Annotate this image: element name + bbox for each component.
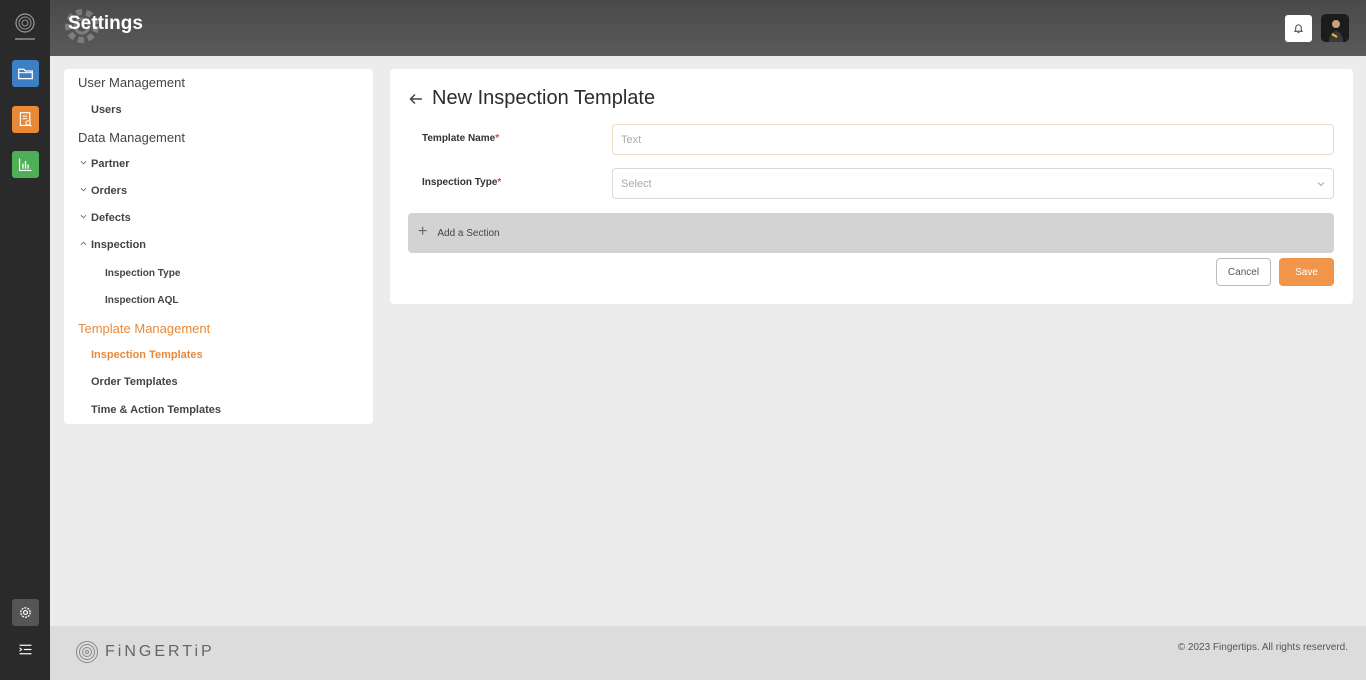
menu-toggle-button[interactable] bbox=[12, 636, 39, 663]
chevron-down-icon bbox=[1317, 182, 1325, 187]
menu-item-order-templates[interactable]: Order Templates bbox=[91, 376, 178, 388]
footer-brand: FiNGERTiP bbox=[105, 643, 215, 660]
inspection-type-label: Inspection Type* bbox=[422, 177, 501, 188]
menu-item-label: Partner bbox=[91, 158, 130, 170]
menu-item-label: Inspection AQL bbox=[105, 295, 179, 306]
menu-item-inspection[interactable]: Inspection bbox=[80, 239, 147, 251]
bar-chart-icon bbox=[18, 158, 32, 172]
menu-item-label: Inspection bbox=[91, 239, 147, 251]
user-avatar[interactable] bbox=[1321, 14, 1349, 42]
add-section-button[interactable]: + Add a Section bbox=[408, 213, 1334, 253]
chevron-down-icon bbox=[80, 187, 87, 192]
chevron-up-icon bbox=[80, 241, 87, 246]
menu-item-label: Orders bbox=[91, 185, 128, 197]
form-title: New Inspection Template bbox=[432, 87, 656, 109]
inspection-type-label-text: Inspection Type bbox=[422, 177, 498, 188]
menu-item-label: Time & Action Templates bbox=[91, 404, 221, 416]
menu-item-defects[interactable]: Defects bbox=[80, 212, 131, 224]
menu-item-time-action-templates[interactable]: Time & Action Templates bbox=[91, 404, 221, 416]
settings-menu: User Management Users Data Management Pa… bbox=[64, 69, 373, 424]
add-section-label: Add a Section bbox=[437, 227, 500, 239]
menu-heading-data-management[interactable]: Data Management bbox=[78, 130, 185, 145]
bell-icon bbox=[1293, 24, 1304, 34]
settings-nav-button[interactable] bbox=[12, 599, 39, 626]
chevron-down-icon bbox=[80, 160, 87, 165]
menu-item-inspection-aql[interactable]: Inspection AQL bbox=[105, 295, 179, 306]
top-header: Settings bbox=[50, 0, 1366, 56]
gear-icon bbox=[20, 607, 31, 618]
notifications-button[interactable] bbox=[1285, 15, 1312, 42]
menu-item-label: Users bbox=[91, 104, 122, 116]
menu-item-inspection-templates[interactable]: Inspection Templates bbox=[91, 349, 203, 361]
folder-nav-button[interactable] bbox=[12, 60, 39, 87]
select-placeholder: Select bbox=[621, 177, 652, 190]
report-nav-button[interactable] bbox=[12, 106, 39, 133]
chevron-down-icon bbox=[80, 214, 87, 219]
menu-item-partner[interactable]: Partner bbox=[80, 158, 130, 170]
menu-item-label: Inspection Type bbox=[105, 268, 181, 279]
menu-heading-user-management[interactable]: User Management bbox=[78, 75, 185, 90]
cancel-button[interactable]: Cancel bbox=[1216, 258, 1271, 286]
new-template-form: New Inspection Template Template Name* I… bbox=[390, 69, 1353, 304]
menu-item-label: Inspection Templates bbox=[91, 349, 203, 361]
footer: FiNGERTiP © 2023 Fingertips. All rights … bbox=[50, 626, 1366, 680]
menu-item-users[interactable]: Users bbox=[91, 104, 122, 116]
inspection-type-select[interactable]: Select bbox=[612, 168, 1334, 199]
plus-icon: + bbox=[418, 223, 428, 240]
menu-item-inspection-type[interactable]: Inspection Type bbox=[105, 268, 180, 279]
app-logo[interactable] bbox=[12, 12, 38, 44]
back-arrow-icon[interactable] bbox=[408, 91, 424, 107]
copyright-text: © 2023 Fingertips. All rights reserverd. bbox=[1177, 642, 1348, 653]
folder-icon bbox=[18, 68, 33, 80]
menu-icon bbox=[19, 644, 32, 655]
fingerprint-logo-icon bbox=[76, 641, 98, 663]
menu-item-label: Defects bbox=[91, 212, 131, 224]
menu-heading-template-management[interactable]: Template Management bbox=[78, 321, 210, 336]
save-button[interactable]: Save bbox=[1279, 258, 1334, 286]
analytics-nav-button[interactable] bbox=[12, 151, 39, 178]
required-mark: * bbox=[495, 133, 500, 144]
menu-item-label: Order Templates bbox=[91, 376, 178, 388]
left-rail bbox=[0, 0, 50, 680]
template-name-label: Template Name* bbox=[422, 133, 499, 144]
page-title: Settings bbox=[68, 13, 143, 34]
report-search-icon bbox=[19, 112, 32, 127]
template-name-input[interactable] bbox=[612, 124, 1334, 155]
required-mark: * bbox=[497, 177, 502, 188]
template-name-label-text: Template Name bbox=[422, 133, 496, 144]
menu-item-orders[interactable]: Orders bbox=[80, 185, 128, 197]
avatar-image-icon bbox=[1321, 14, 1349, 42]
